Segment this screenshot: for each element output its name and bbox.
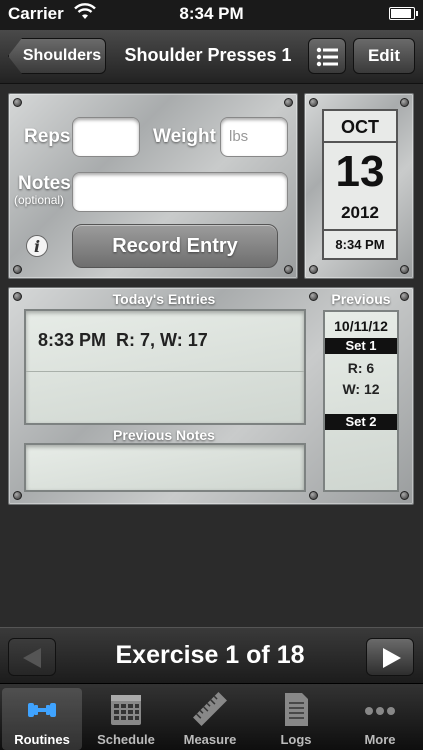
tab-logs[interactable]: Logs <box>256 688 336 750</box>
screw-icon <box>284 98 293 107</box>
previous-notes-box <box>24 443 306 492</box>
exercise-counter: Exercise 1 of 18 <box>115 641 305 669</box>
notes-label: Notes <box>18 173 71 194</box>
screw-icon <box>309 292 318 301</box>
set-1-reps: R: 6 <box>347 360 375 376</box>
reps-field[interactable] <box>72 117 140 157</box>
tab-more[interactable]: More <box>340 688 420 750</box>
edit-button[interactable]: Edit <box>353 38 415 74</box>
screw-icon <box>13 265 22 274</box>
weight-field[interactable]: lbs <box>220 117 288 157</box>
tab-measure[interactable]: Measure <box>170 688 250 750</box>
screw-icon <box>400 491 409 500</box>
back-button[interactable]: Shoulders <box>8 38 106 74</box>
set-2-header: Set 2 <box>325 414 397 430</box>
screw-icon <box>13 98 22 107</box>
previous-column: 10/11/12 Set 1 R: 6 W: 12 Set 2 <box>323 310 399 492</box>
more-dots-icon <box>365 707 395 715</box>
navigation-bar: Shoulders Shoulder Presses 1 Edit <box>0 30 423 84</box>
screw-icon <box>309 98 318 107</box>
screw-icon <box>309 491 318 500</box>
play-right-icon <box>383 648 401 668</box>
screw-icon <box>13 491 22 500</box>
screw-icon <box>400 265 409 274</box>
notes-field[interactable] <box>72 172 288 212</box>
exercise-navigation: Exercise 1 of 18 <box>0 627 423 683</box>
reps-label: Reps <box>24 126 71 147</box>
entry-divider <box>26 371 304 372</box>
tab-label: More <box>364 732 396 747</box>
screw-icon <box>400 292 409 301</box>
ruler-icon <box>193 692 227 726</box>
screw-icon <box>309 265 318 274</box>
dumbbell-icon <box>28 703 56 717</box>
status-time: 8:34 PM <box>179 4 244 23</box>
entry-time: 8:33 PM <box>38 330 107 350</box>
entry-row[interactable]: 8:33 PM R: 7, W: 17 <box>38 330 208 351</box>
previous-title: Previous <box>331 291 391 307</box>
status-bar: Carrier 8:34 PM <box>0 0 423 30</box>
entry-values: R: 7, W: 17 <box>116 330 208 350</box>
list-icon <box>316 47 338 67</box>
tab-routines[interactable]: Routines <box>2 688 82 750</box>
tab-label: Routines <box>14 732 70 747</box>
set-1-header: Set 1 <box>325 338 397 354</box>
screw-icon <box>400 98 409 107</box>
calendar-icon <box>111 695 141 725</box>
tab-label: Logs <box>280 732 312 747</box>
todays-entries-title: Today's Entries <box>112 291 216 307</box>
calendar-day: 13 <box>335 147 385 196</box>
tab-bar: Routines Schedule Measure Logs More <box>0 683 423 750</box>
play-left-icon <box>23 648 41 668</box>
info-icon[interactable]: i <box>26 235 48 257</box>
tab-schedule[interactable]: Schedule <box>86 688 166 750</box>
battery-icon <box>389 7 418 20</box>
calendar-card: OCT 13 2012 8:34 PM <box>322 109 398 260</box>
notes-optional-label: (optional) <box>14 193 65 207</box>
set-1-weight: W: 12 <box>342 381 380 397</box>
record-entry-button[interactable]: Record Entry <box>72 224 278 268</box>
previous-notes-title: Previous Notes <box>113 427 215 443</box>
page-title: Shoulder Presses 1 <box>124 45 292 65</box>
previous-date: 10/11/12 <box>334 318 388 334</box>
todays-entries-list[interactable] <box>24 309 306 425</box>
screw-icon <box>13 292 22 301</box>
document-icon <box>285 693 308 726</box>
screw-icon <box>284 265 293 274</box>
calendar-year: 2012 <box>341 203 379 222</box>
calendar-time: 8:34 PM <box>324 229 396 258</box>
list-button[interactable] <box>308 38 346 74</box>
tab-label: Measure <box>183 732 237 747</box>
previous-exercise-button[interactable] <box>8 638 56 676</box>
tab-label: Schedule <box>97 732 155 747</box>
calendar-month: OCT <box>324 111 396 143</box>
weight-label: Weight <box>153 126 216 147</box>
next-exercise-button[interactable] <box>366 638 414 676</box>
